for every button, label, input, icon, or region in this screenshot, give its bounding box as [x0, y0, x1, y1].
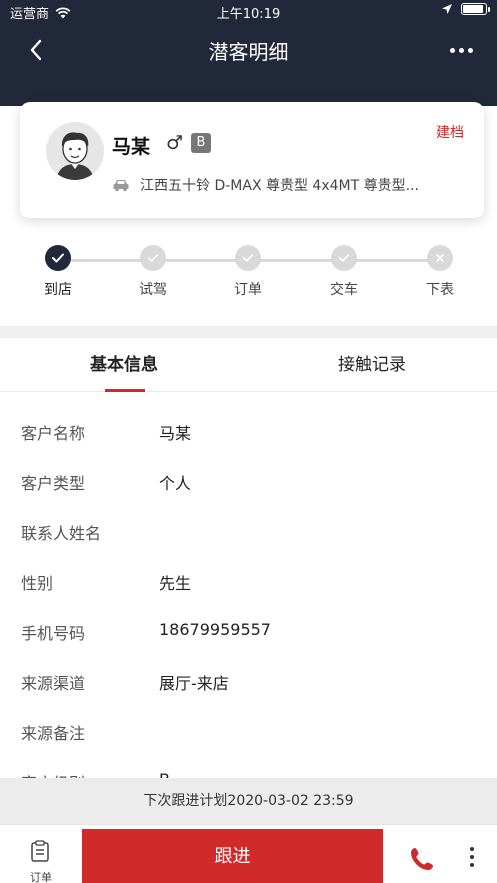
battery-fill: [463, 5, 483, 13]
more-vertical-icon[interactable]: [462, 847, 482, 875]
step-label: 到店: [44, 282, 72, 298]
field-row: 客户级别 B: [0, 742, 497, 778]
tab-contact-records[interactable]: 接触记录: [248, 338, 496, 392]
create-file-link[interactable]: 建档: [436, 122, 464, 142]
more-vertical-icon-dot: [470, 855, 474, 859]
check-icon: [242, 254, 253, 262]
field-value: 个人: [159, 474, 192, 493]
step-test-drive[interactable]: 试驾: [123, 245, 183, 299]
page-title: 潜客明细: [208, 40, 289, 64]
step-label: 交车: [330, 282, 358, 298]
order-label: 订单: [30, 871, 52, 883]
progress-steps: 到店 试驾 订单 交车 下表: [0, 243, 497, 313]
section-divider: [0, 326, 497, 338]
more-button[interactable]: [443, 36, 479, 64]
info-fields: 客户名称 马某 客户类型 个人 联系人姓名 性别 先生 手机号码 1867995…: [0, 392, 497, 778]
field-label: 客户级别: [21, 770, 85, 778]
field-row: 性别 先生: [0, 542, 497, 593]
male-icon: ♂: [166, 132, 184, 154]
tab-bar: 基本信息 接触记录: [0, 338, 497, 392]
step-pending-dot: [140, 245, 166, 271]
step-pending-dot: [331, 245, 357, 271]
customer-name: 马某: [112, 136, 151, 158]
step-label: 下表: [426, 282, 454, 298]
field-value: 18679959557: [159, 620, 271, 639]
next-followup-plan: 下次跟进计划2020-03-02 23:59: [0, 778, 497, 824]
more-horizontal-icon-dot: [449, 47, 455, 53]
field-row: 来源备注: [0, 692, 497, 743]
step-cancel-dot: [427, 245, 453, 271]
field-row: 客户类型 个人: [0, 442, 497, 493]
step-done-dot: [45, 245, 71, 271]
status-right: [441, 3, 490, 15]
step-delivery[interactable]: 交车: [314, 245, 374, 299]
field-label: 客户名称: [21, 424, 86, 443]
status-bar: 运营商 上午10:19: [0, 0, 497, 24]
field-value: 马某: [159, 424, 192, 443]
location-arrow-icon: [442, 4, 452, 14]
field-label: 手机号码: [21, 624, 86, 643]
call-button[interactable]: [408, 845, 440, 877]
step-pending-dot: [235, 245, 261, 271]
bottom-action-bar: 订单 跟进: [0, 824, 497, 883]
tab-basic-info[interactable]: 基本信息: [0, 338, 248, 392]
field-row: 客户名称 马某: [0, 392, 497, 443]
step-label: 订单: [234, 282, 262, 298]
clipboard-icon: [31, 840, 49, 862]
status-time: 上午10:19: [216, 7, 281, 22]
field-row: 来源渠道 展厅-来店: [0, 642, 497, 693]
close-icon: [436, 254, 444, 262]
field-label: 来源备注: [21, 724, 86, 743]
order-button[interactable]: 订单: [0, 825, 82, 883]
avatar-icon: [46, 122, 104, 180]
more-horizontal-icon-dot: [458, 47, 464, 53]
field-value: B: [159, 770, 170, 778]
car-icon: [113, 180, 129, 192]
step-order[interactable]: 订单: [218, 245, 278, 299]
field-row: 联系人姓名: [0, 492, 497, 543]
check-icon: [147, 254, 158, 262]
field-label: 性别: [21, 574, 54, 593]
phone-icon: [411, 848, 433, 870]
step-label: 试驾: [139, 282, 167, 298]
field-label: 联系人姓名: [21, 524, 102, 543]
more-vertical-icon-dot: [470, 863, 474, 867]
more-horizontal-icon-dot: [467, 47, 473, 53]
field-value: 展厅-来店: [159, 674, 229, 693]
battery-icon: [461, 3, 490, 15]
field-label: 来源渠道: [21, 674, 86, 693]
customer-card: 马某 ♂ B 建档 江西五十铃 D-MAX 尊贵型 4x4MT 尊贵型...: [20, 102, 484, 218]
step-arrive[interactable]: 到店: [28, 245, 88, 299]
field-value: 先生: [159, 574, 192, 593]
follow-up-button[interactable]: 跟进: [82, 829, 383, 883]
more-vertical-icon-dot: [470, 847, 474, 851]
field-label: 客户类型: [21, 474, 86, 493]
step-cancel[interactable]: 下表: [410, 245, 470, 299]
field-row: 手机号码 18679959557: [0, 592, 497, 643]
car-model: 江西五十铃 D-MAX 尊贵型 4x4MT 尊贵型...: [140, 178, 419, 194]
level-badge: B: [191, 133, 211, 153]
header: 运营商 上午10:19 潜客明细: [0, 0, 497, 106]
check-icon: [339, 254, 349, 262]
check-icon: [52, 253, 64, 263]
